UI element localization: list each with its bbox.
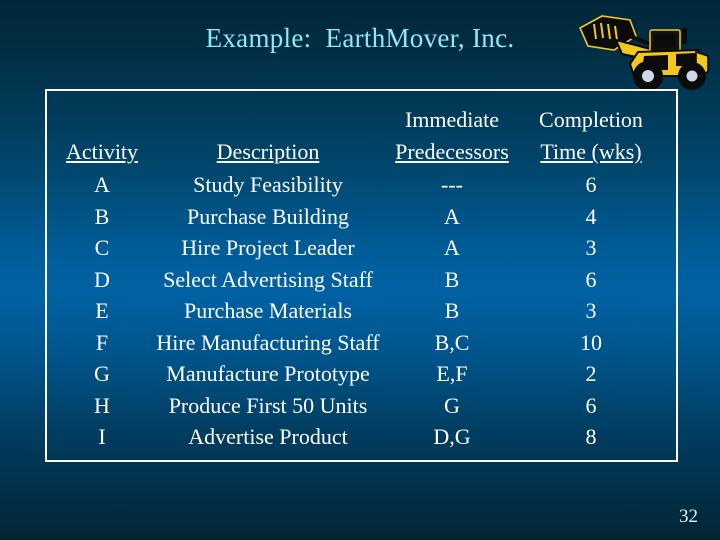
cell-description: Produce First 50 Units (168, 392, 368, 418)
table-row: I Advertise Product D,G 8 (47, 423, 676, 455)
table-header-line2: Activity Description Predecessors Time (… (47, 138, 676, 168)
cell-activity: A (94, 172, 110, 197)
cell-description: Manufacture Prototype (166, 361, 370, 386)
cell-activity: E (95, 298, 109, 323)
table-row: F Hire Manufacturing Staff B,C 10 (47, 329, 676, 361)
page-number: 32 (679, 506, 698, 527)
header-description: Description (216, 139, 320, 164)
cell-time: 4 (585, 203, 597, 229)
cell-description: Purchase Materials (184, 298, 352, 323)
table-header-line1: Immediate Completion (47, 106, 676, 136)
cell-activity: H (94, 392, 110, 418)
cell-time: 6 (585, 172, 597, 197)
cell-description: Hire Manufacturing Staff (156, 329, 380, 355)
table-body: A Study Feasibility --- 6 B Purchase Building… (47, 171, 676, 455)
cell-description: Purchase Building (187, 203, 349, 229)
cell-time: 8 (585, 424, 597, 449)
table-row: B Purchase Building A 4 (47, 203, 676, 235)
table-row: G Manufacture Prototype E,F 2 (47, 360, 676, 392)
table-row: C Hire Project Leader A 3 (47, 234, 676, 266)
cell-description: Hire Project Leader (181, 235, 355, 260)
cell-description: Study Feasibility (193, 172, 343, 197)
cell-activity: G (94, 361, 110, 386)
table-row: A Study Feasibility --- 6 (47, 171, 676, 203)
table-row: E Purchase Materials B 3 (47, 297, 676, 329)
cell-time: 6 (585, 266, 597, 292)
cell-time: 6 (585, 392, 597, 418)
cell-activity: I (98, 424, 106, 449)
header-time: Time (wks) (540, 139, 642, 164)
cell-time: 3 (585, 235, 597, 260)
cell-description: Advertise Product (188, 424, 348, 449)
cell-activity: D (94, 266, 110, 292)
cell-time: 3 (585, 298, 597, 323)
slide-canvas: Example: EarthMover, Inc. Immediate Comp… (0, 0, 720, 540)
cell-time: 10 (580, 329, 602, 355)
cell-activity: F (95, 329, 109, 355)
cell-description: Select Advertising Staff (163, 266, 373, 292)
cell-activity: C (94, 235, 110, 260)
table-row: H Produce First 50 Units G 6 (47, 392, 676, 424)
header-activity: Activity (65, 139, 139, 164)
cell-activity: B (94, 203, 110, 229)
header-time-line1: Completion (539, 107, 643, 132)
wheel-loader-icon (572, 6, 714, 96)
cell-time: 2 (585, 361, 597, 386)
activity-table: Immediate Completion Activity Descriptio… (45, 89, 678, 462)
table-row: D Select Advertising Staff B 6 (47, 266, 676, 298)
